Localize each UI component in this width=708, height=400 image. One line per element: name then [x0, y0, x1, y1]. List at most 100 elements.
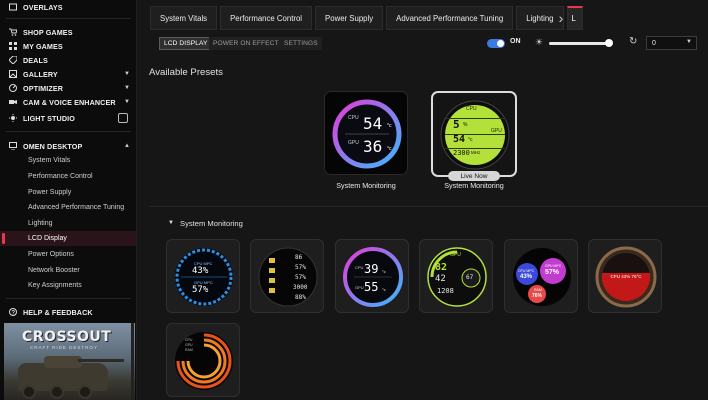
- gpu-tag: GPU: [491, 128, 502, 134]
- preset-card-live[interactable]: CPU 5 % 54 °c 2300 MHz GPU: [431, 91, 517, 177]
- sidebar-sub-label: Lighting: [28, 220, 53, 227]
- tag-icon: [8, 55, 18, 65]
- cpu-tag: CPU: [466, 106, 477, 112]
- ad-scrollbar[interactable]: [131, 323, 134, 400]
- sidebar-item-advanced-tuning[interactable]: Advanced Performance Tuning: [0, 200, 136, 215]
- tab-power-supply[interactable]: Power Supply: [315, 6, 384, 30]
- cpu-clock-unit: MHz: [471, 150, 481, 155]
- section-heading[interactable]: System Monitoring: [180, 219, 243, 228]
- bubble-tag: RAM: [534, 288, 542, 292]
- gpu-temp: 55: [364, 280, 379, 294]
- sidebar-item-lighting[interactable]: Lighting: [0, 216, 136, 231]
- sidebar-item-system-vitals[interactable]: System Vitals: [0, 153, 136, 168]
- sidebar-item-lcd-display[interactable]: LCD Display: [0, 231, 136, 246]
- sidebar-item-label: LIGHT STUDIO: [23, 113, 75, 123]
- cpu-temp: 39: [364, 262, 379, 276]
- sidebar-item-power-supply[interactable]: Power Supply: [0, 185, 136, 200]
- sidebar-item-network-booster[interactable]: Network Booster: [0, 263, 136, 278]
- subtab-power-on-effect[interactable]: POWER ON EFFECT: [209, 37, 283, 50]
- external-icon[interactable]: [118, 113, 128, 123]
- sidebar-item-performance-control[interactable]: Performance Control: [0, 169, 136, 184]
- ad-vehicle-gun: [78, 359, 124, 362]
- gradient-ring-dial-graphic: [343, 247, 403, 307]
- image-icon: [9, 70, 17, 78]
- dial-value: 43%: [192, 266, 209, 276]
- chevron-down-icon[interactable]: ▼: [124, 99, 130, 105]
- tab-label: Advanced Performance Tuning: [396, 13, 504, 23]
- ad-logo: CROSSOUT: [22, 329, 112, 345]
- subtab-lcd-display[interactable]: LCD DISPLAY: [159, 37, 213, 50]
- tab-label: Lighting: [526, 13, 554, 23]
- sidebar-item-label: GALLERY: [23, 69, 58, 79]
- grid-icon: [9, 42, 17, 50]
- sidebar-item-label: OVERLAYS: [23, 2, 63, 12]
- arc-tag: GPU: [185, 343, 193, 347]
- dial-thumbnail[interactable]: CPU MPC 43% GPU MPC 57% RAM 76%: [504, 239, 578, 313]
- gpu-tag: GPU: [355, 285, 364, 290]
- sidebar-item-deals[interactable]: DEALS: [0, 53, 136, 67]
- chevron-up-icon[interactable]: ▲: [124, 143, 130, 149]
- power-toggle[interactable]: [487, 39, 505, 48]
- icon-list-dial-graphic: [258, 247, 318, 307]
- refresh-icon[interactable]: ↻: [629, 36, 637, 47]
- dial-thumbnail[interactable]: CPU GPU RAM: [166, 323, 240, 397]
- value-dropdown[interactable]: 0 ▼: [646, 36, 697, 50]
- sidebar-section-label: OMEN DESKTOP: [23, 141, 83, 151]
- sidebar: OVERLAYS SHOP GAMES MY GAMES DEALS GALLE…: [0, 0, 137, 400]
- bubble-value: 76%: [532, 293, 543, 299]
- sidebar-item-my-games[interactable]: MY GAMES: [0, 39, 136, 53]
- dial-tag: GPU: [450, 252, 461, 258]
- subtab-settings[interactable]: SETTINGS: [280, 37, 322, 50]
- bubble-value: 43%: [520, 274, 533, 280]
- ad-banner[interactable]: CROSSOUT CRAFT RIDE DESTROY: [4, 323, 135, 400]
- dial-value: 86: [295, 254, 303, 261]
- dial-value: 57%: [295, 274, 306, 281]
- ad-wheel: [22, 385, 36, 399]
- dial-thumbnail[interactable]: 86 57% 57% 3000 88%: [250, 239, 324, 313]
- live-now-badge: Live Now: [448, 171, 500, 181]
- sidebar-item-optimizer[interactable]: OPTIMIZER ▼: [0, 81, 136, 95]
- sidebar-item-overlays[interactable]: OVERLAYS: [0, 0, 136, 14]
- ring-gauge-graphic: [332, 99, 402, 169]
- dial-value: 57%: [295, 264, 306, 271]
- tab-system-vitals[interactable]: System Vitals: [150, 6, 218, 30]
- preset-card[interactable]: CPU 54 °c GPU 36 °c: [324, 91, 408, 175]
- sidebar-item-label: HELP & FEEDBACK: [23, 307, 93, 317]
- chevron-down-icon[interactable]: ▼: [124, 85, 130, 91]
- chevron-down-icon[interactable]: ▼: [124, 71, 130, 77]
- tab-performance-control[interactable]: Performance Control: [220, 6, 313, 30]
- dial-value: 42: [435, 274, 446, 284]
- dial-thumbnail[interactable]: CPU 43% 76°C: [588, 239, 662, 313]
- sidebar-item-cam-voice[interactable]: CAM & VOICE ENHANCER ▼: [0, 95, 136, 109]
- overlay-icon: [9, 3, 17, 11]
- dial-value: 1208: [437, 287, 454, 295]
- sidebar-item-key-assignments[interactable]: Key Assignments: [0, 278, 136, 293]
- cpu-temp: 54: [453, 134, 466, 145]
- sidebar-sub-label: Performance Control: [28, 173, 93, 180]
- tab-advanced-performance-tuning[interactable]: Advanced Performance Tuning: [386, 6, 514, 30]
- sidebar-item-shop-games[interactable]: SHOP GAMES: [0, 25, 136, 39]
- sidebar-item-label: DEALS: [23, 55, 48, 65]
- light-icon: [9, 114, 17, 122]
- sidebar-section-omen-desktop[interactable]: OMEN DESKTOP ▲: [0, 139, 136, 153]
- brightness-slider[interactable]: [549, 42, 612, 45]
- dial-thumbnail[interactable]: GPU 82 42 67 1208: [419, 239, 493, 313]
- brightness-slider-handle[interactable]: [604, 39, 613, 47]
- sidebar-item-light-studio[interactable]: LIGHT STUDIO: [0, 111, 136, 125]
- ad-tagline: CRAFT RIDE DESTROY: [30, 345, 98, 350]
- chevron-down-icon: ▼: [686, 39, 692, 45]
- dial-thumbnail[interactable]: CPU MPC 43% GPU MPC 57%: [166, 239, 240, 313]
- preset-label: System Monitoring: [444, 181, 504, 190]
- sidebar-item-power-options[interactable]: Power Options: [0, 247, 136, 262]
- cart-icon: [9, 28, 18, 36]
- chevron-right-icon[interactable]: ›: [553, 6, 569, 30]
- sidebar-item-gallery[interactable]: GALLERY ▼: [0, 67, 136, 81]
- tab-label: L: [571, 14, 576, 23]
- sidebar-item-label: SHOP GAMES: [23, 27, 73, 37]
- sidebar-item-help[interactable]: ? HELP & FEEDBACK: [0, 305, 136, 319]
- dial-thumbnail[interactable]: CPU 39 °c GPU 55 °c: [335, 239, 409, 313]
- sidebar-sub-label: Power Supply: [28, 189, 72, 196]
- caret-down-icon[interactable]: ▼: [168, 220, 174, 226]
- tab-bar: System Vitals Performance Control Power …: [150, 6, 586, 30]
- arc-tag: CPU: [185, 338, 193, 342]
